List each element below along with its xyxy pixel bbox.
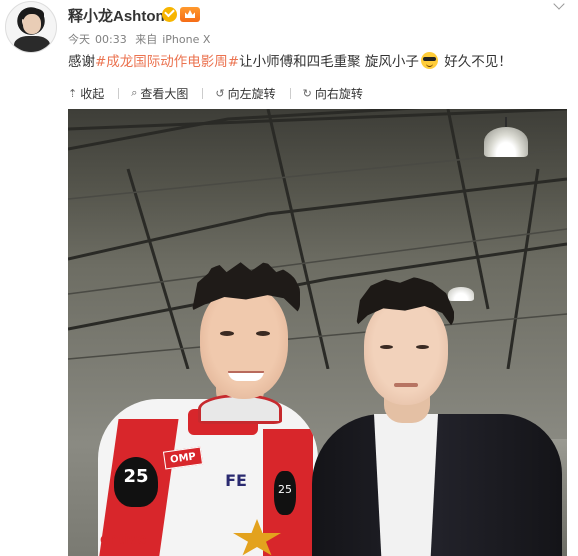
avatar[interactable] bbox=[5, 1, 57, 53]
smile bbox=[228, 371, 264, 381]
weibo-post: 释小龙Ashton 今天 00:33 来自 iPhone X 感谢#成龙国际动作电影… bbox=[0, 0, 578, 556]
rotate-left-button[interactable]: ↺ 向左旋转 bbox=[215, 85, 275, 102]
username-link[interactable]: 释小龙Ashton bbox=[68, 5, 165, 26]
ceiling-lamp bbox=[484, 117, 528, 159]
zoom-icon: ⌕ bbox=[131, 86, 138, 99]
dark-suit-jacket bbox=[312, 414, 562, 556]
collapse-button[interactable]: ⇡ 收起 bbox=[68, 85, 104, 102]
chevron-down-icon[interactable] bbox=[552, 0, 568, 10]
anniversary-badge: 25 bbox=[114, 457, 158, 507]
view-large-button[interactable]: ⌕ 查看大图 bbox=[131, 85, 188, 102]
lamp-cord bbox=[505, 117, 507, 127]
verified-icon bbox=[162, 7, 177, 22]
post-date[interactable]: 今天 bbox=[68, 33, 90, 46]
white-shirt bbox=[374, 414, 438, 556]
post-meta: 今天 00:33 来自 iPhone X bbox=[68, 31, 215, 47]
avatar-face bbox=[23, 14, 41, 34]
eye-right bbox=[416, 345, 429, 349]
rotate-right-label: 向右旋转 bbox=[314, 86, 363, 101]
avatar-body bbox=[14, 36, 50, 52]
post-text: 感谢#成龙国际动作电影周#让小师傅和四毛重聚 旋风小子 好久不见！ bbox=[68, 50, 512, 70]
rotate-right-button[interactable]: ↻ 向右旋转 bbox=[303, 85, 363, 102]
post-source-prefix: 来自 bbox=[135, 33, 158, 46]
mouth bbox=[394, 383, 418, 387]
member-crown-icon[interactable] bbox=[180, 7, 200, 22]
hashtag-link[interactable]: #成龙国际动作电影周# bbox=[95, 54, 239, 70]
collapse-label: 收起 bbox=[80, 86, 105, 101]
sunglasses-emoji-icon bbox=[420, 52, 438, 69]
post-text-middle: 让小师傅和四毛重聚 旋风小子 bbox=[239, 54, 419, 70]
eye-left bbox=[380, 345, 393, 349]
anniversary-badge-right: 25 bbox=[274, 471, 296, 515]
toolbar-divider bbox=[289, 87, 291, 99]
collapse-icon: ⇡ bbox=[68, 86, 78, 100]
post-photo[interactable]: 25 OMP FE 25 entive bbox=[68, 109, 567, 556]
rotate-right-icon: ↻ bbox=[302, 86, 312, 100]
toolbar-divider bbox=[118, 87, 120, 99]
post-text-suffix: 好久不见！ bbox=[439, 54, 512, 70]
eye-right bbox=[256, 331, 270, 336]
post-source[interactable]: iPhone X bbox=[162, 33, 210, 46]
view-large-label: 查看大图 bbox=[140, 86, 189, 101]
ceiling-lamp-small bbox=[448, 287, 474, 301]
rotate-left-label: 向左旋转 bbox=[227, 86, 276, 101]
toolbar-divider bbox=[202, 87, 204, 99]
sponsor-text: entive bbox=[100, 531, 147, 548]
omp-patch: OMP bbox=[162, 446, 204, 470]
image-toolbar: ⇡ 收起 ⌕ 查看大图 ↺ 向左旋转 ↻ 向右旋转 bbox=[68, 84, 377, 102]
post-time[interactable]: 00:33 bbox=[95, 33, 127, 46]
lamp-shade bbox=[484, 127, 528, 157]
post-text-prefix: 感谢 bbox=[68, 54, 95, 70]
head bbox=[200, 287, 288, 399]
eye-left bbox=[220, 331, 234, 336]
rotate-left-icon: ↺ bbox=[215, 86, 225, 100]
fe-logo: FE bbox=[225, 471, 247, 490]
head bbox=[364, 299, 448, 405]
